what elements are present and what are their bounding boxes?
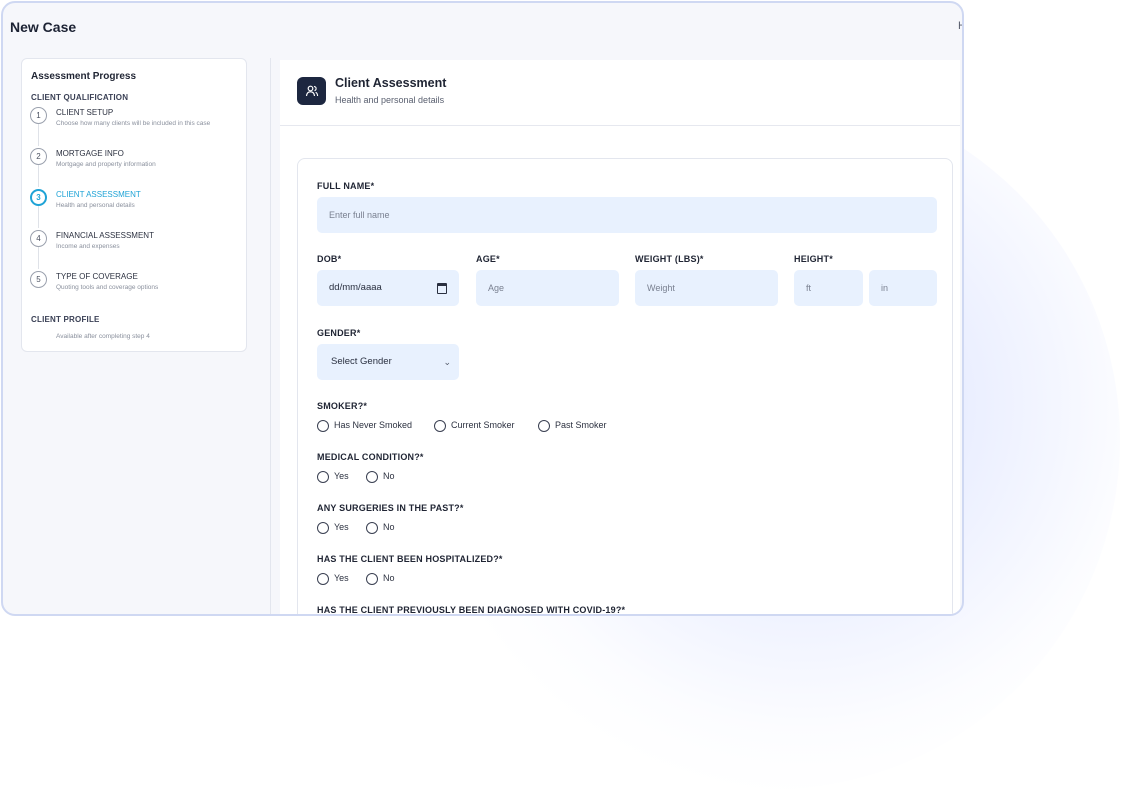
progress-title: Assessment Progress [31, 71, 137, 82]
radio-label: No [383, 522, 395, 532]
step-title: MORTGAGE INFO [56, 149, 124, 158]
radio-circle [317, 522, 329, 534]
page-title: New Case [10, 19, 77, 35]
radio-circle [366, 471, 378, 483]
step-title: CLIENT SETUP [56, 108, 114, 117]
medical-label: MEDICAL CONDITION?* [317, 452, 424, 462]
assessment-form: FULL NAME* Enter full name DOB* dd/mm/aa… [297, 158, 953, 615]
step-desc: Health and personal details [56, 202, 135, 209]
height-in-input[interactable]: in [869, 270, 937, 306]
radio-label: Past Smoker [555, 420, 607, 430]
full-name-label: FULL NAME* [317, 181, 375, 191]
age-input[interactable]: Age [476, 270, 619, 306]
radio-label: No [383, 573, 395, 583]
section-client-profile: CLIENT PROFILE [31, 315, 100, 324]
step-connector [38, 165, 39, 187]
step-mortgage-info[interactable]: 2 MORTGAGE INFO Mortgage and property in… [30, 148, 240, 187]
step-connector [38, 206, 39, 228]
step-number: 3 [30, 189, 47, 206]
dob-input[interactable]: dd/mm/aaaa [317, 270, 459, 306]
smoker-radio-group: Has Never Smoked Current Smoker Past Smo… [317, 419, 637, 433]
step-financial-assessment[interactable]: 4 FINANCIAL ASSESSMENT Income and expens… [30, 230, 240, 269]
radio-circle [317, 471, 329, 483]
section-subtitle: Health and personal details [335, 95, 445, 105]
full-name-input[interactable]: Enter full name [317, 197, 937, 233]
radio-label: Has Never Smoked [334, 420, 413, 430]
step-title: TYPE OF COVERAGE [56, 272, 138, 281]
chevron-down-icon: ⌄ [443, 357, 451, 367]
hospitalized-radio-group: Yes No [317, 572, 437, 586]
step-desc: Mortgage and property information [56, 161, 156, 168]
radio-circle [366, 573, 378, 585]
step-connector [38, 124, 39, 146]
step-number: 5 [30, 271, 47, 288]
top-right-link[interactable]: H [958, 20, 962, 32]
step-desc: Choose how many clients will be included… [56, 120, 211, 127]
height-ft-input[interactable]: ft [794, 270, 863, 306]
step-connector [38, 247, 39, 269]
step-title: FINANCIAL ASSESSMENT [56, 231, 154, 240]
step-client-assessment[interactable]: 3 CLIENT ASSESSMENT Health and personal … [30, 189, 240, 228]
radio-label: Yes [334, 471, 349, 481]
covid-label: HAS THE CLIENT PREVIOUSLY BEEN DIAGNOSED… [317, 605, 626, 615]
profile-desc: Available after completing step 4 [56, 333, 150, 340]
surgeries-label: ANY SURGERIES IN THE PAST?* [317, 503, 464, 513]
step-client-setup[interactable]: 1 CLIENT SETUP Choose how many clients w… [30, 107, 240, 146]
weight-label: WEIGHT (LBS)* [635, 254, 704, 264]
radio-circle [434, 420, 446, 432]
surgeries-radio-group: Yes No [317, 521, 437, 535]
radio-label: Yes [334, 522, 349, 532]
assessment-progress-card: Assessment Progress CLIENT QUALIFICATION… [21, 58, 247, 352]
gender-selected: Select Gender [331, 356, 392, 367]
section-header: Client Assessment Health and personal de… [280, 60, 960, 126]
gender-select[interactable]: Select Gender ⌄ [317, 344, 459, 380]
weight-input[interactable]: Weight [635, 270, 778, 306]
step-desc: Income and expenses [56, 243, 120, 250]
medical-radio-group: Yes No [317, 470, 437, 484]
smoker-label: SMOKER?* [317, 401, 368, 411]
sidebar-divider [270, 58, 271, 614]
gender-label: GENDER* [317, 328, 361, 338]
app-window: New Case H Assessment Progress CLIENT QU… [1, 1, 964, 616]
hospitalized-label: HAS THE CLIENT BEEN HOSPITALIZED?* [317, 554, 503, 564]
radio-label: Yes [334, 573, 349, 583]
age-label: AGE* [476, 254, 500, 264]
radio-circle [317, 573, 329, 585]
radio-label: No [383, 471, 395, 481]
title-bar: New Case H [3, 3, 962, 53]
step-number: 2 [30, 148, 47, 165]
section-client-qualification: CLIENT QUALIFICATION [31, 93, 129, 102]
dob-label: DOB* [317, 254, 342, 264]
users-icon [297, 77, 326, 105]
step-number: 4 [30, 230, 47, 247]
step-desc: Quoting tools and coverage options [56, 284, 159, 291]
step-title: CLIENT ASSESSMENT [56, 190, 141, 199]
step-type-of-coverage[interactable]: 5 TYPE OF COVERAGE Quoting tools and cov… [30, 271, 240, 307]
radio-label: Current Smoker [451, 420, 515, 430]
section-title: Client Assessment [335, 76, 447, 90]
calendar-icon[interactable] [437, 283, 447, 294]
step-number: 1 [30, 107, 47, 124]
radio-circle [366, 522, 378, 534]
dob-value: dd/mm/aaaa [329, 282, 382, 293]
height-label: HEIGHT* [794, 254, 833, 264]
radio-circle [317, 420, 329, 432]
radio-circle [538, 420, 550, 432]
